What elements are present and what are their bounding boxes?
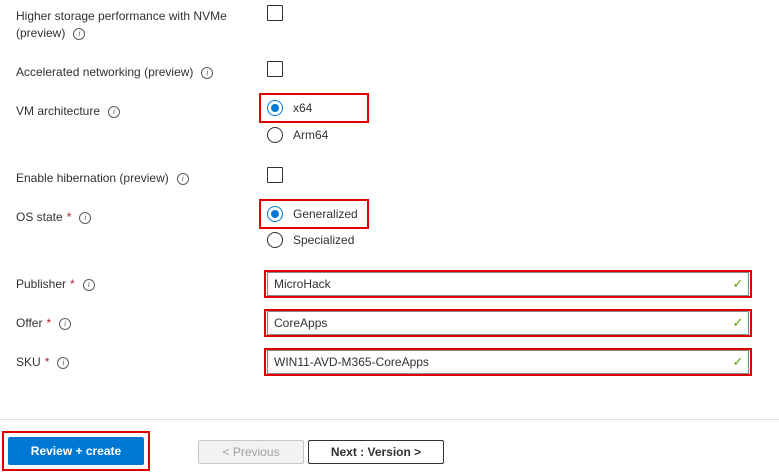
info-icon[interactable]: i <box>201 66 214 79</box>
next-version-button[interactable]: Next : Version > <box>308 440 444 464</box>
info-icon[interactable]: i <box>108 105 121 118</box>
accelerated-networking-checkbox[interactable] <box>267 61 283 77</box>
radio-generalized[interactable]: Generalized <box>267 204 358 224</box>
highlight-box <box>264 309 752 337</box>
accelerated-networking-label: Accelerated networking (preview) i <box>16 64 214 81</box>
radio-button-selected[interactable] <box>267 206 283 222</box>
hibernation-checkbox[interactable] <box>267 167 283 183</box>
footer-divider <box>0 419 779 420</box>
radio-specialized[interactable]: Specialized <box>267 230 354 250</box>
radio-button-selected[interactable] <box>267 100 283 116</box>
vm-architecture-label: VM architecture i <box>16 103 121 120</box>
radio-button[interactable] <box>267 232 283 248</box>
offer-label: Offer * i <box>16 315 72 332</box>
info-icon[interactable]: i <box>79 211 92 224</box>
os-state-label: OS state * i <box>16 209 92 226</box>
radio-x64[interactable]: x64 <box>267 98 312 118</box>
hibernation-label: Enable hibernation (preview) i <box>16 170 189 187</box>
radio-button[interactable] <box>267 127 283 143</box>
info-icon[interactable]: i <box>59 317 72 330</box>
info-icon[interactable]: i <box>82 278 95 291</box>
highlight-box <box>264 348 752 376</box>
sku-label: SKU * i <box>16 354 70 371</box>
nvme-label: Higher storage performance with NVMe (pr… <box>16 9 227 40</box>
review-create-button[interactable]: Review + create <box>8 437 144 465</box>
previous-button[interactable]: < Previous <box>198 440 304 464</box>
info-icon[interactable]: i <box>57 356 70 369</box>
publisher-label: Publisher * i <box>16 276 95 293</box>
info-icon[interactable]: i <box>176 172 189 185</box>
highlight-box <box>264 270 752 298</box>
info-icon[interactable]: i <box>73 27 86 40</box>
radio-arm64[interactable]: Arm64 <box>267 125 328 145</box>
nvme-checkbox[interactable] <box>267 5 283 21</box>
